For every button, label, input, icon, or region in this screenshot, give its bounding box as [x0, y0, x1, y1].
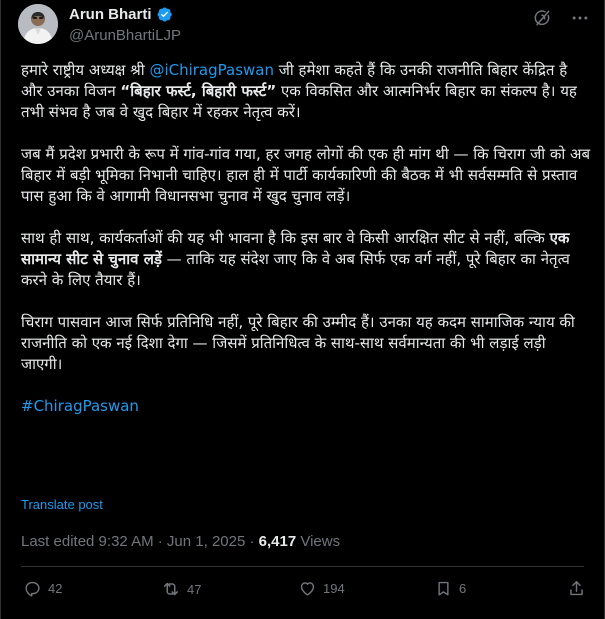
more-icon[interactable] [570, 8, 590, 28]
like-count: 194 [323, 581, 345, 596]
bookmark-count: 6 [459, 581, 467, 596]
author-handle[interactable]: @ArunBhartiLJP [69, 27, 181, 44]
reply-icon [23, 579, 42, 598]
hashtag-link[interactable]: #ChiragPaswan [21, 397, 139, 415]
verified-badge-icon [156, 6, 173, 23]
bookmark-button[interactable]: 6 [434, 579, 466, 598]
post-body: हमारे राष्ट्रीय अध्यक्ष श्री @iChiragPas… [21, 60, 591, 438]
avatar[interactable] [18, 4, 58, 44]
author-row: Arun Bharti [69, 6, 173, 23]
repost-count: 47 [187, 581, 202, 597]
avatar-photo [18, 4, 58, 44]
reply-count: 42 [48, 581, 63, 596]
post-hashtag-line: #ChiragPaswan [21, 396, 591, 417]
reply-button[interactable]: 42 [23, 579, 62, 598]
share-icon [567, 579, 586, 598]
post-paragraph-1: हमारे राष्ट्रीय अध्यक्ष श्री @iChiragPas… [21, 60, 591, 123]
post-paragraph-3: साथ ही साथ, कार्यकर्ताओं की यह भी भावना … [21, 228, 591, 291]
top-actions [532, 8, 590, 28]
post-bold-text: “बिहार फर्स्ट, बिहारी फर्स्ट” [120, 82, 277, 100]
bookmark-icon [434, 579, 453, 598]
views-label: Views [296, 533, 341, 550]
like-button[interactable]: 194 [298, 579, 345, 598]
repost-button[interactable]: 47 [161, 579, 201, 599]
divider [21, 566, 584, 567]
edited-timestamp[interactable]: Last edited 9:32 AM · Jun 1, 2025 · [21, 533, 259, 550]
post-text: हमारे राष्ट्रीय अध्यक्ष श्री [21, 61, 150, 79]
grok-icon[interactable] [532, 8, 552, 28]
repost-icon [161, 579, 181, 599]
post-paragraph-4: चिराग पासवान आज सिर्फ प्रतिनिधि नहीं, पू… [21, 313, 575, 373]
author-name[interactable]: Arun Bharti [69, 6, 152, 23]
translate-post-link[interactable]: Translate post [21, 497, 103, 512]
post-paragraph-2: जब मैं प्रदेश प्रभारी के रूप में गांव-गा… [21, 145, 591, 205]
mention-link[interactable]: @iChiragPaswan [149, 61, 274, 79]
heart-icon [298, 579, 317, 598]
views-count: 6,417 [258, 533, 297, 550]
share-button[interactable] [567, 579, 586, 598]
post-meta: Last edited 9:32 AM · Jun 1, 2025 · 6,41… [21, 533, 340, 550]
tweet-card: Arun Bharti @ArunBhartiLJP हमारे राष्ट्र… [0, 0, 605, 619]
post-text: साथ ही साथ, कार्यकर्ताओं की यह भी भावना … [21, 229, 550, 247]
action-bar: 42 47 194 6 [1, 579, 605, 607]
